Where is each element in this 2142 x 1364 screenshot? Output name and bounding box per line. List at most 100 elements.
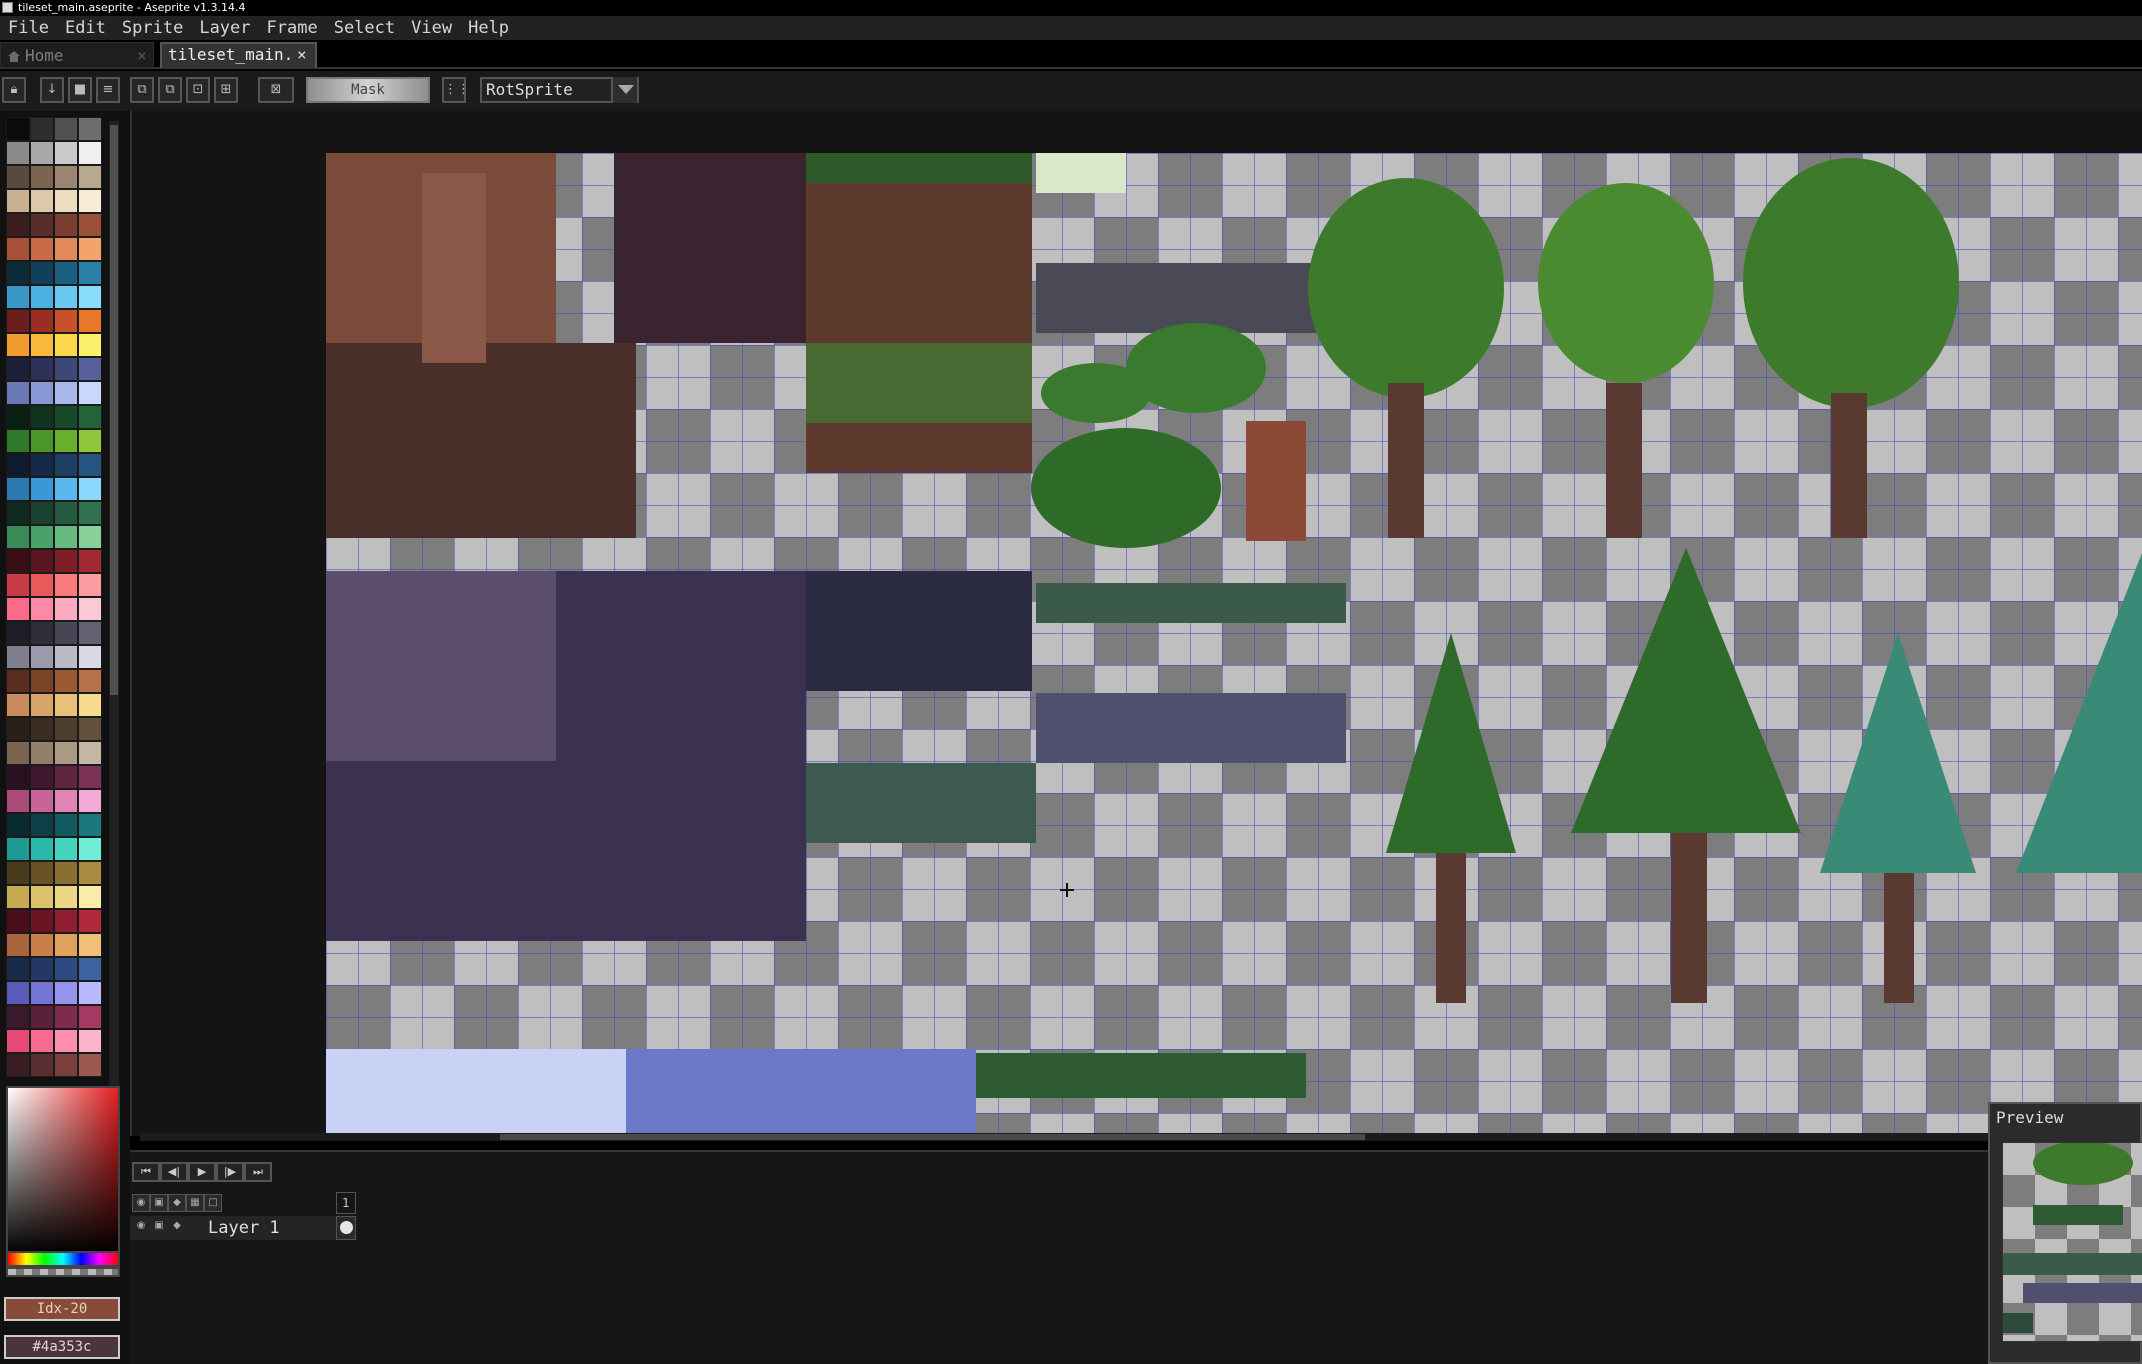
background-color-button[interactable]: #4a353c: [4, 1335, 120, 1359]
palette-swatch[interactable]: [30, 549, 54, 573]
palette-swatch[interactable]: [6, 165, 30, 189]
palette-swatch[interactable]: [6, 933, 30, 957]
palette-swatch[interactable]: [30, 765, 54, 789]
palette-swatch[interactable]: [54, 477, 78, 501]
palette-swatch[interactable]: [6, 957, 30, 981]
palette-swatch[interactable]: [78, 381, 102, 405]
eye-icon[interactable]: ◉: [132, 1218, 150, 1236]
palette-swatch[interactable]: [78, 309, 102, 333]
palette-swatch[interactable]: [6, 357, 30, 381]
palette-swatch[interactable]: [78, 861, 102, 885]
palette-swatch[interactable]: [78, 405, 102, 429]
palette-swatch[interactable]: [54, 309, 78, 333]
palette-swatch[interactable]: [78, 1029, 102, 1053]
palette-swatch[interactable]: [6, 453, 30, 477]
last-frame-button[interactable]: ⏭: [244, 1162, 272, 1182]
palette-swatch[interactable]: [78, 189, 102, 213]
grid-icon[interactable]: ⊞: [214, 77, 238, 103]
palette-swatch[interactable]: [30, 309, 54, 333]
palette-scroll-thumb[interactable]: [110, 125, 118, 695]
palette-swatch[interactable]: [78, 909, 102, 933]
palette-swatch[interactable]: [30, 669, 54, 693]
layer-row[interactable]: ◉ ▣ ◆ Layer 1: [130, 1216, 354, 1240]
palette-swatch[interactable]: [30, 165, 54, 189]
palette-swatch[interactable]: [78, 933, 102, 957]
palette-swatch[interactable]: [6, 333, 30, 357]
palette-swatch[interactable]: [6, 741, 30, 765]
palette-swatch[interactable]: [54, 1029, 78, 1053]
palette-swatch[interactable]: [78, 357, 102, 381]
palette-swatch[interactable]: [30, 261, 54, 285]
palette-swatch[interactable]: [54, 117, 78, 141]
palette-swatch[interactable]: [54, 261, 78, 285]
foreground-color-button[interactable]: Idx-20: [4, 1297, 120, 1321]
palette-swatch[interactable]: [54, 213, 78, 237]
palette-swatch[interactable]: [6, 429, 30, 453]
palette-swatch[interactable]: [54, 141, 78, 165]
palette-swatch[interactable]: [6, 1029, 30, 1053]
palette-swatch[interactable]: [78, 237, 102, 261]
palette-swatch[interactable]: [30, 189, 54, 213]
palette-swatch[interactable]: [78, 669, 102, 693]
palette-swatch[interactable]: [6, 837, 30, 861]
palette-swatch[interactable]: [30, 885, 54, 909]
link-cels-icon[interactable]: □: [204, 1194, 222, 1212]
palette-swatch[interactable]: [78, 789, 102, 813]
palette-swatch[interactable]: [30, 405, 54, 429]
menu-layer[interactable]: Layer: [191, 16, 258, 40]
cel-keyframe[interactable]: [336, 1216, 356, 1240]
layer-name[interactable]: Layer 1: [208, 1216, 280, 1240]
palette-swatch[interactable]: [54, 789, 78, 813]
palette-swatch[interactable]: [54, 237, 78, 261]
palette-swatch[interactable]: [6, 117, 30, 141]
sprite-canvas[interactable]: [326, 153, 2142, 1133]
palette-swatch[interactable]: [30, 333, 54, 357]
palette-swatch[interactable]: [78, 573, 102, 597]
palette-swatch[interactable]: [54, 357, 78, 381]
palette-swatch[interactable]: [54, 957, 78, 981]
close-icon[interactable]: ×: [297, 44, 307, 67]
menu-lines-icon[interactable]: ≡: [96, 77, 120, 103]
menu-frame[interactable]: Frame: [259, 16, 326, 40]
palette-swatch[interactable]: [78, 213, 102, 237]
tab-home[interactable]: Home ×: [0, 42, 154, 68]
hue-slider[interactable]: [6, 1251, 120, 1267]
palette-swatch[interactable]: [78, 765, 102, 789]
palette-swatch[interactable]: [78, 813, 102, 837]
menu-sprite[interactable]: Sprite: [114, 16, 191, 40]
lock-icon[interactable]: ▣: [150, 1218, 168, 1236]
palette-scrollbar[interactable]: [109, 121, 119, 1171]
play-button[interactable]: ▶: [188, 1162, 216, 1182]
lock-icon[interactable]: 🔒︎: [2, 77, 26, 103]
palette-swatch[interactable]: [6, 669, 30, 693]
menu-edit[interactable]: Edit: [57, 16, 114, 40]
palette-swatch[interactable]: [30, 477, 54, 501]
frame-number[interactable]: 1: [336, 1192, 356, 1214]
palette-swatch[interactable]: [30, 741, 54, 765]
palette-swatch[interactable]: [6, 237, 30, 261]
palette-swatch[interactable]: [30, 117, 54, 141]
palette-swatch[interactable]: [54, 189, 78, 213]
palette-swatch[interactable]: [6, 693, 30, 717]
menu-help[interactable]: Help: [460, 16, 517, 40]
palette-swatch[interactable]: [6, 213, 30, 237]
palette-swatch[interactable]: [78, 501, 102, 525]
palette-swatch[interactable]: [78, 957, 102, 981]
palette-swatch[interactable]: [6, 477, 30, 501]
palette-swatch[interactable]: [30, 525, 54, 549]
palette-swatch[interactable]: [78, 549, 102, 573]
palette-swatch[interactable]: [30, 861, 54, 885]
palette-swatch[interactable]: [30, 693, 54, 717]
palette-swatch[interactable]: [6, 549, 30, 573]
chevron-down-icon[interactable]: [611, 77, 637, 103]
palette-swatch[interactable]: [54, 693, 78, 717]
palette-swatch[interactable]: [54, 453, 78, 477]
palette-swatch[interactable]: [30, 381, 54, 405]
palette-swatch[interactable]: [6, 813, 30, 837]
duplicate-icon[interactable]: ⧉: [158, 77, 182, 103]
palette-swatch[interactable]: [30, 621, 54, 645]
palette-swatch[interactable]: [54, 981, 78, 1005]
palette-swatch[interactable]: [30, 717, 54, 741]
palette-swatch[interactable]: [54, 933, 78, 957]
palette-swatch[interactable]: [30, 597, 54, 621]
